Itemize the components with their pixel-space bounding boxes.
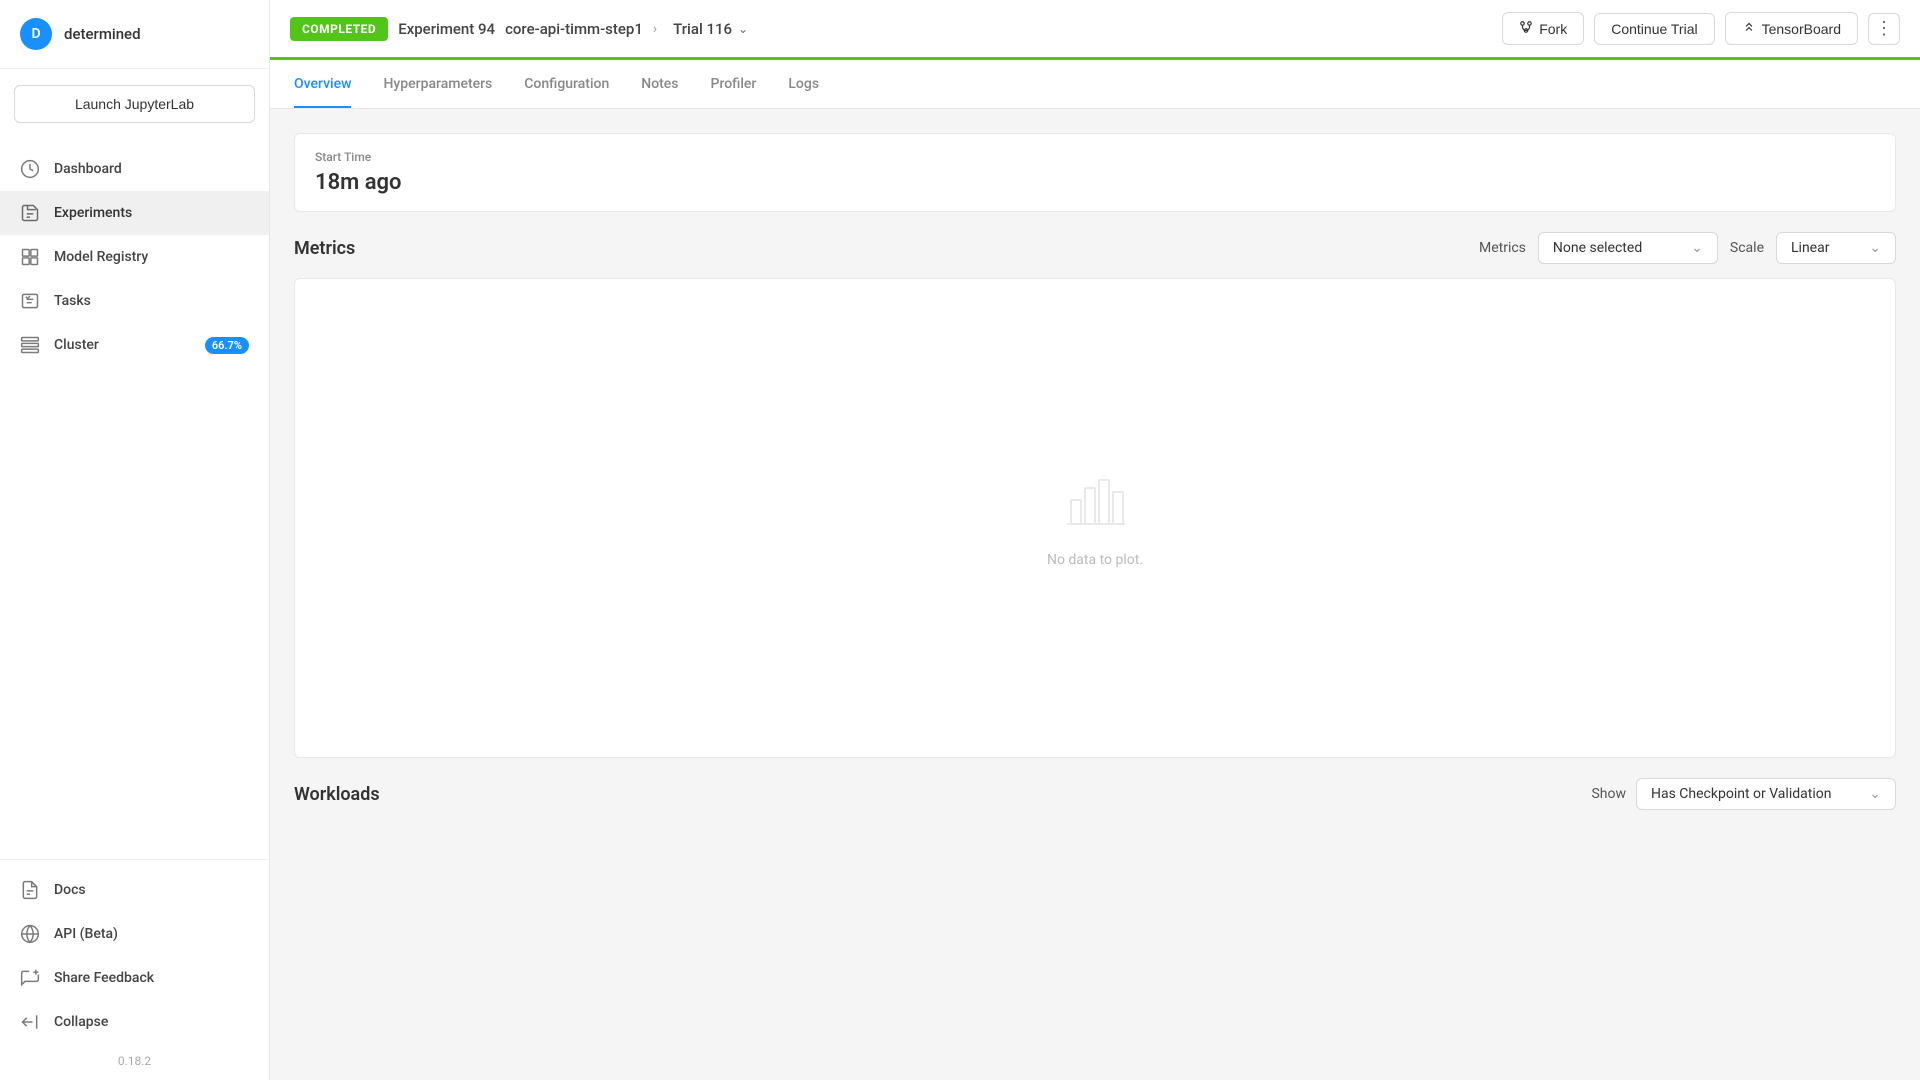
api-icon bbox=[20, 924, 40, 944]
chevron-down-icon: ⌄ bbox=[738, 22, 748, 36]
more-options-button[interactable]: ⋮ bbox=[1868, 13, 1900, 45]
collapse-icon bbox=[20, 1012, 40, 1032]
sidebar-item-label: Tasks bbox=[54, 293, 91, 309]
start-time-value: 18m ago bbox=[315, 170, 1875, 195]
main-content: COMPLETED Experiment 94 core-api-timm-st… bbox=[270, 0, 1920, 1080]
workloads-show-label: Show bbox=[1591, 786, 1626, 802]
content-area: Start Time 18m ago Metrics Metrics None … bbox=[270, 109, 1920, 1080]
metrics-label: Metrics bbox=[1479, 240, 1526, 256]
scale-dropdown[interactable]: Linear ⌄ bbox=[1776, 232, 1896, 264]
metrics-title: Metrics bbox=[294, 238, 355, 259]
workloads-title: Workloads bbox=[294, 784, 380, 805]
metrics-dropdown[interactable]: None selected ⌄ bbox=[1538, 232, 1718, 264]
tab-logs[interactable]: Logs bbox=[788, 60, 819, 108]
breadcrumb-arrow-icon: › bbox=[653, 21, 657, 37]
chevron-down-icon: ⌄ bbox=[1869, 786, 1881, 802]
tensorboard-icon bbox=[1742, 20, 1756, 37]
sidebar-nav: Dashboard Experiments bbox=[0, 139, 269, 859]
sidebar-item-share-feedback[interactable]: Share Feedback bbox=[0, 956, 269, 1000]
sidebar-item-docs[interactable]: Docs bbox=[0, 868, 269, 912]
docs-icon bbox=[20, 880, 40, 900]
metrics-section: Metrics Metrics None selected ⌄ Scale Li… bbox=[294, 232, 1896, 758]
chevron-down-icon: ⌄ bbox=[1869, 240, 1881, 256]
experiment-name: core-api-timm-step1 bbox=[505, 20, 643, 38]
topbar-actions: Fork Continue Trial TensorBoard ⋮ bbox=[1502, 12, 1900, 45]
tab-overview[interactable]: Overview bbox=[294, 60, 351, 108]
tab-notes[interactable]: Notes bbox=[641, 60, 678, 108]
sidebar-item-label: Experiments bbox=[54, 205, 132, 221]
tab-profiler[interactable]: Profiler bbox=[711, 60, 757, 108]
dashboard-icon bbox=[20, 159, 40, 179]
sidebar-item-collapse[interactable]: Collapse bbox=[0, 1000, 269, 1044]
sidebar-item-label: Collapse bbox=[54, 1014, 108, 1030]
page-body: Start Time 18m ago Metrics Metrics None … bbox=[270, 109, 1920, 848]
sidebar-item-model-registry[interactable]: Model Registry bbox=[0, 235, 269, 279]
empty-chart-icon bbox=[1063, 468, 1127, 536]
continue-trial-button[interactable]: Continue Trial bbox=[1594, 13, 1714, 45]
topbar: COMPLETED Experiment 94 core-api-timm-st… bbox=[270, 0, 1920, 60]
sidebar-item-label: Model Registry bbox=[54, 249, 148, 265]
sidebar-item-tasks[interactable]: Tasks bbox=[0, 279, 269, 323]
sidebar-item-api-beta[interactable]: API (Beta) bbox=[0, 912, 269, 956]
sidebar-item-label: Dashboard bbox=[54, 161, 122, 177]
sidebar-header: D determined bbox=[0, 0, 269, 69]
chevron-down-icon: ⌄ bbox=[1691, 240, 1703, 256]
workloads-show-value: Has Checkpoint or Validation bbox=[1651, 786, 1831, 802]
status-badge: COMPLETED bbox=[290, 17, 388, 41]
tab-configuration[interactable]: Configuration bbox=[524, 60, 609, 108]
experiment-label[interactable]: Experiment 94 bbox=[398, 20, 495, 38]
trial-label: Trial 116 bbox=[673, 20, 732, 38]
tensorboard-button[interactable]: TensorBoard bbox=[1725, 12, 1858, 45]
cluster-icon bbox=[20, 335, 40, 355]
metrics-chart-area: No data to plot. bbox=[294, 278, 1896, 758]
sidebar-item-label: Cluster bbox=[54, 337, 99, 353]
start-time-card: Start Time 18m ago bbox=[294, 133, 1896, 212]
sidebar-item-label: API (Beta) bbox=[54, 926, 118, 942]
tabs-bar: Overview Hyperparameters Configuration N… bbox=[270, 60, 1920, 109]
sidebar-item-experiments[interactable]: Experiments bbox=[0, 191, 269, 235]
launch-jupyterlab-button[interactable]: Launch JupyterLab bbox=[14, 85, 255, 123]
avatar: D bbox=[20, 18, 52, 50]
sidebar-item-cluster[interactable]: Cluster 66.7% bbox=[0, 323, 269, 367]
sidebar: D determined Launch JupyterLab Dashboard bbox=[0, 0, 270, 1080]
workloads-controls: Show Has Checkpoint or Validation ⌄ bbox=[1591, 778, 1896, 810]
metrics-selected-value: None selected bbox=[1553, 240, 1642, 256]
trial-selector[interactable]: Trial 116 ⌄ bbox=[667, 16, 754, 42]
scale-label: Scale bbox=[1730, 240, 1764, 256]
metrics-header: Metrics Metrics None selected ⌄ Scale Li… bbox=[294, 232, 1896, 264]
sidebar-item-label: Docs bbox=[54, 882, 86, 898]
sidebar-item-dashboard[interactable]: Dashboard bbox=[0, 147, 269, 191]
brand-name: determined bbox=[64, 25, 141, 43]
scale-selected-value: Linear bbox=[1791, 240, 1829, 256]
tab-hyperparameters[interactable]: Hyperparameters bbox=[383, 60, 492, 108]
no-data-message: No data to plot. bbox=[1047, 552, 1143, 568]
workloads-show-dropdown[interactable]: Has Checkpoint or Validation ⌄ bbox=[1636, 778, 1896, 810]
version-label: 0.18.2 bbox=[0, 1044, 269, 1072]
start-time-label: Start Time bbox=[315, 150, 1875, 164]
fork-icon bbox=[1519, 20, 1533, 37]
tasks-icon bbox=[20, 291, 40, 311]
workloads-header: Workloads Show Has Checkpoint or Validat… bbox=[294, 778, 1896, 810]
model-registry-icon bbox=[20, 247, 40, 267]
experiments-icon bbox=[20, 203, 40, 223]
feedback-icon bbox=[20, 968, 40, 988]
cluster-badge: 66.7% bbox=[205, 337, 249, 354]
sidebar-bottom: Docs API (Beta) Share Feedback bbox=[0, 859, 269, 1080]
metrics-controls: Metrics None selected ⌄ Scale Linear ⌄ bbox=[1479, 232, 1896, 264]
fork-button[interactable]: Fork bbox=[1502, 12, 1584, 45]
sidebar-item-label: Share Feedback bbox=[54, 970, 154, 986]
workloads-section: Workloads Show Has Checkpoint or Validat… bbox=[294, 778, 1896, 824]
